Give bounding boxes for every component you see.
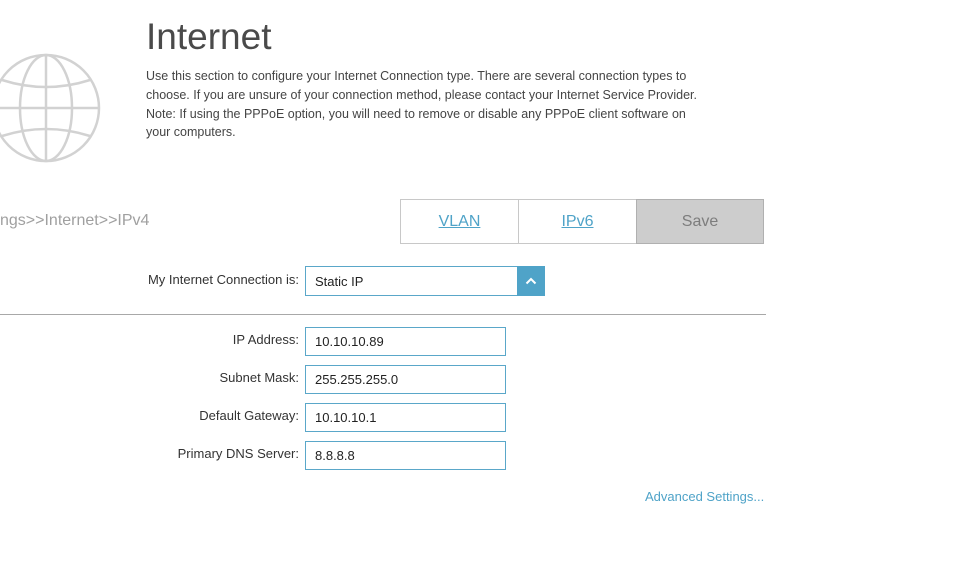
- default-gateway-field[interactable]: [305, 403, 506, 432]
- tab-vlan[interactable]: VLAN: [400, 199, 519, 244]
- ip-address-label: IP Address:: [232, 332, 299, 347]
- save-button[interactable]: Save: [636, 199, 764, 244]
- connection-type-label: My Internet Connection is:: [147, 272, 299, 287]
- subnet-mask-label: Subnet Mask:: [219, 370, 300, 385]
- breadcrumb: ngs>>Internet>>IPv4: [0, 212, 150, 229]
- connection-type-select[interactable]: Static IP: [305, 266, 545, 296]
- primary-dns-label: Primary DNS Server:: [177, 446, 299, 461]
- chevron-up-icon[interactable]: [517, 266, 545, 296]
- section-divider: [0, 314, 766, 315]
- connection-type-value: Static IP: [315, 274, 364, 289]
- tab-bar: VLAN IPv6 Save: [400, 199, 764, 244]
- advanced-settings-link[interactable]: Advanced Settings...: [645, 489, 764, 504]
- globe-icon: [0, 53, 101, 163]
- description-line: choose. If you are unsure of your connec…: [146, 87, 698, 102]
- ip-address-field[interactable]: [305, 327, 506, 356]
- subnet-mask-field[interactable]: [305, 365, 506, 394]
- description-line: Use this section to configure your Inter…: [146, 69, 687, 83]
- description-line: your computers.: [146, 125, 236, 140]
- page-description: Use this section to configure your Inter…: [146, 67, 746, 142]
- primary-dns-field[interactable]: [305, 441, 506, 470]
- description-line: Note: If using the PPPoE option, you wil…: [146, 106, 686, 121]
- tab-ipv6[interactable]: IPv6: [518, 199, 637, 244]
- default-gateway-label: Default Gateway:: [199, 408, 299, 423]
- page-title: Internet: [146, 16, 272, 57]
